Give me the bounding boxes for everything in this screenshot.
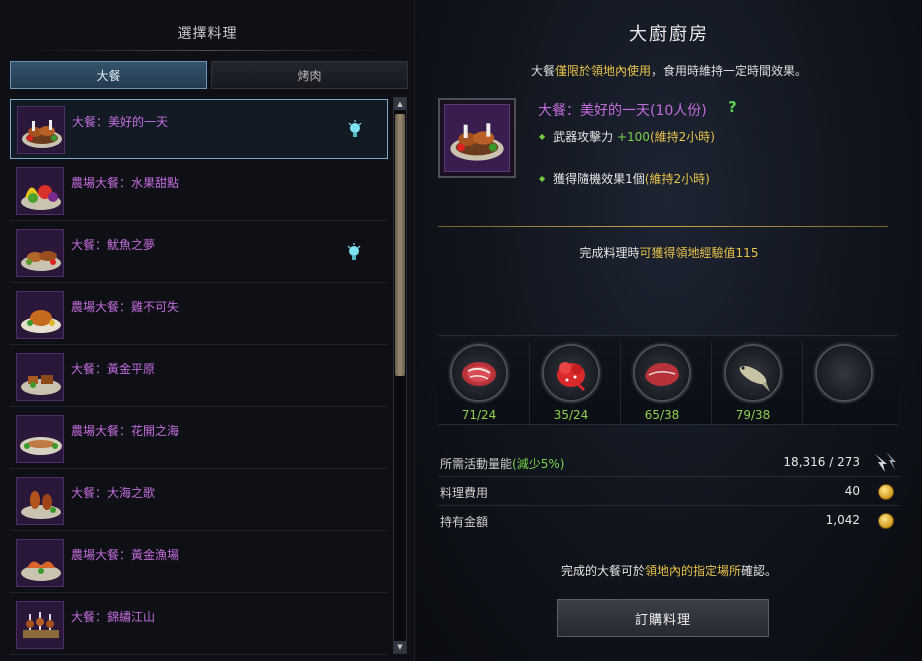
lightbulb-icon: [347, 243, 361, 260]
shrimp-platter-icon: [16, 539, 64, 587]
roast-meat-platter-icon: [444, 104, 510, 172]
list-item[interactable]: 大餐：大海之歌: [10, 471, 388, 531]
gold-coin-icon: [878, 513, 894, 529]
gold-coin-icon: [878, 484, 894, 500]
help-icon[interactable]: ?: [728, 98, 737, 116]
raw-meat-icon: [633, 344, 691, 402]
energy-value: 18,316 / 273: [783, 455, 860, 469]
list-item[interactable]: 農場大餐：花開之海: [10, 409, 388, 469]
exp-note-highlight: 可獲得領地經驗值115: [639, 246, 759, 260]
bullet-icon: ◆: [539, 132, 546, 141]
ingredient-slot[interactable]: 79/38: [711, 342, 791, 424]
list-item-name: 大餐：黃金平原: [71, 362, 156, 376]
list-item-name: 農場大餐：花開之海: [71, 424, 180, 438]
kitchen-detail-panel: 大廚廚房 大餐僅限於領地內使用，食用時維持一定時間效果。 大餐：美好的一天(10…: [416, 0, 922, 661]
gold-value: 1,042: [825, 513, 860, 527]
list-item[interactable]: 農場大餐：黃金漁場: [10, 533, 388, 593]
recipe-select-panel: 選擇料理 大餐 烤肉 大餐：美好的一天 農場大餐：水果甜點 大餐：魷魚之夢 農場…: [0, 0, 415, 661]
row-divider: [438, 505, 900, 506]
row-divider: [438, 476, 900, 477]
scroll-up-arrow-icon[interactable]: ▲: [394, 98, 406, 110]
energy-label: 所需活動量能(減少5%): [440, 455, 564, 472]
activity-energy-row: 所需活動量能(減少5%) 18,316 / 273: [438, 452, 900, 474]
seafood-platter-icon: [16, 477, 64, 525]
exp-note-pre: 完成料理時: [579, 246, 640, 260]
list-item-name: 大餐：錦繡江山: [71, 610, 156, 624]
ingredient-slot[interactable]: 65/38: [620, 342, 700, 424]
effect-duration: (維持2小時): [644, 172, 710, 186]
selected-dish-name: 大餐：美好的一天(10人份): [538, 103, 707, 119]
activity-energy-icon: [875, 452, 896, 472]
list-item-name: 大餐：美好的一天: [72, 115, 169, 129]
list-item[interactable]: 大餐：錦繡江山: [10, 595, 388, 655]
completion-note-post: 確認。: [741, 564, 778, 578]
section-divider: [438, 226, 888, 227]
tab-barbecue[interactable]: 烤肉: [211, 61, 408, 89]
scrollbar-thumb[interactable]: [395, 114, 405, 376]
selected-dish-icon-frame: [438, 98, 516, 178]
territory-exp-note: 完成料理時可獲得領地經驗值115: [416, 244, 922, 261]
order-dish-button[interactable]: 訂購料理: [557, 599, 769, 637]
energy-label-text: 所需活動量能: [440, 457, 513, 471]
ingredient-slot[interactable]: 71/24: [438, 342, 518, 424]
completion-note: 完成的大餐可於領地內的指定場所確認。: [416, 562, 922, 579]
ingredient-slot-empty[interactable]: [802, 342, 882, 424]
effect-value: +100: [616, 130, 650, 144]
red-fish-icon: [542, 344, 600, 402]
recipe-list: 大餐：美好的一天 農場大餐：水果甜點 大餐：魷魚之夢 農場大餐：雞不可失 大餐：…: [10, 97, 388, 661]
recipe-panel-title: 選擇料理: [177, 26, 238, 42]
effect-duration: (維持2小時): [649, 130, 715, 144]
effect-line: ◆ 武器攻擊力 +100(維持2小時): [539, 128, 715, 145]
list-item[interactable]: 大餐：美好的一天: [10, 99, 388, 159]
usage-note-pre: 大餐: [530, 64, 555, 78]
usage-note-post: ，食用時維持一定時間效果。: [651, 64, 808, 78]
ingredient-count: 79/38: [735, 408, 771, 422]
list-item-name: 大餐：大海之歌: [71, 486, 156, 500]
effect-text: 獲得隨機效果1個: [553, 172, 645, 186]
list-item-name: 農場大餐：雞不可失: [71, 300, 180, 314]
effect-line: ◆ 獲得隨機效果1個(維持2小時): [539, 170, 710, 187]
effect-text: 武器攻擊力: [553, 130, 617, 144]
raw-steak-icon: [450, 344, 508, 402]
silver-fish-icon: [724, 344, 782, 402]
tab-feast[interactable]: 大餐: [10, 61, 207, 89]
roast-meat-platter-icon: [17, 106, 65, 154]
page-title: 大廚廚房: [629, 24, 709, 45]
ingredient-slot[interactable]: 35/24: [529, 342, 609, 424]
completion-note-pre: 完成的大餐可於: [560, 564, 645, 578]
list-item-name: 農場大餐：黃金漁場: [71, 548, 180, 562]
usage-note: 大餐僅限於領地內使用，食用時維持一定時間效果。: [416, 62, 922, 79]
recipe-list-scrollbar[interactable]: ▲ ▼: [393, 97, 407, 654]
golden-plain-platter-icon: [16, 353, 64, 401]
title-divider: [30, 50, 385, 51]
energy-discount: (減少5%): [512, 457, 565, 471]
fish-platter-icon: [16, 415, 64, 463]
list-item[interactable]: 農場大餐：水果甜點: [10, 161, 388, 221]
lightbulb-icon: [348, 120, 362, 137]
roast-chicken-platter-icon: [16, 291, 64, 339]
list-item-name: 大餐：魷魚之夢: [71, 238, 156, 252]
squid-platter-icon: [16, 229, 64, 277]
usage-note-highlight: 僅限於領地內使用: [554, 64, 651, 78]
list-item[interactable]: 大餐：魷魚之夢: [10, 223, 388, 283]
cooking-cost-row: 料理費用 40: [438, 481, 900, 503]
list-item[interactable]: 大餐：黃金平原: [10, 347, 388, 407]
ingredient-slots: 71/24 35/24 65/38 79/38: [438, 335, 898, 425]
cost-value: 40: [844, 484, 860, 498]
gold-held-row: 持有金額 1,042: [438, 510, 900, 532]
gold-label: 持有金額: [440, 515, 489, 529]
empty-slot-icon: [815, 344, 873, 402]
list-item[interactable]: 農場大餐：雞不可失: [10, 285, 388, 345]
completion-note-highlight: 領地內的指定場所: [644, 564, 741, 578]
ingredient-count: 65/38: [644, 408, 680, 422]
cost-label: 料理費用: [440, 486, 489, 500]
ingredient-count: 71/24: [461, 408, 497, 422]
ingredient-count: 35/24: [553, 408, 589, 422]
scroll-down-arrow-icon[interactable]: ▼: [394, 641, 406, 653]
bullet-icon: ◆: [539, 174, 546, 183]
fruit-platter-icon: [16, 167, 64, 215]
list-item-name: 農場大餐：水果甜點: [71, 176, 180, 190]
skewer-platter-icon: [16, 601, 64, 649]
